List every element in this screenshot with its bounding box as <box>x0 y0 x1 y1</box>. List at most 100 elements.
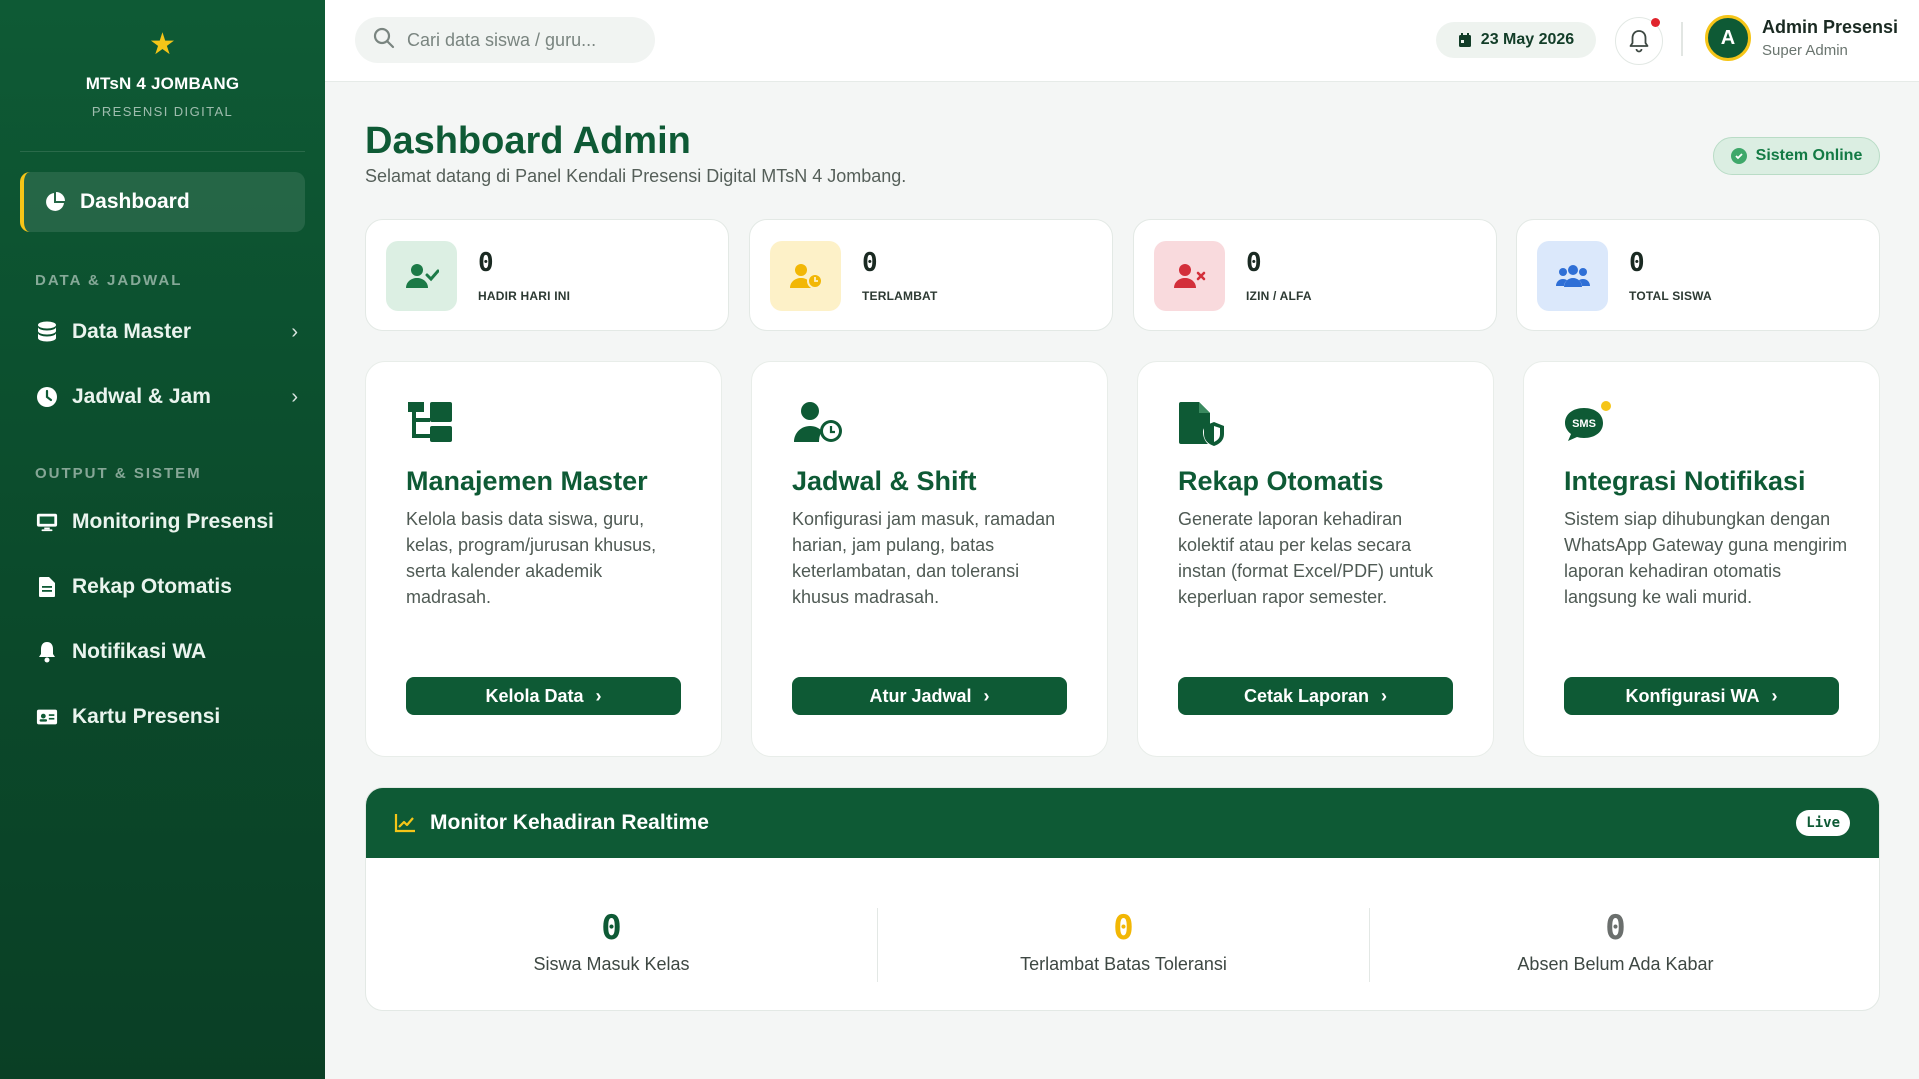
feature-description: Generate laporan kehadiran kolektif atau… <box>1178 509 1434 607</box>
sidebar-item-label: Monitoring Presensi <box>72 510 274 533</box>
avatar[interactable]: A <box>1705 15 1751 61</box>
sidebar-item-dashboard[interactable]: Dashboard <box>20 172 305 232</box>
sitemap-icon <box>406 400 458 452</box>
user-check-icon <box>386 241 457 311</box>
metric-absen: 0 Absen Belum Ada Kabar <box>1370 858 1861 1010</box>
brand: ★ MTsN 4 JOMBANG PRESENSI DIGITAL <box>20 0 305 152</box>
brand-subtitle: PRESENSI DIGITAL <box>91 104 234 119</box>
star-icon: ★ <box>149 28 176 61</box>
section-title-output-sistem: OUTPUT & SISTEM <box>35 465 202 482</box>
pie-chart-icon <box>44 191 66 213</box>
monitor-icon <box>36 511 58 533</box>
stat-label: TERLAMBAT <box>862 289 938 303</box>
metric-label: Terlambat Batas Toleransi <box>1020 954 1227 974</box>
chevron-right-icon: › <box>595 685 602 706</box>
stat-value: 0 <box>478 248 494 278</box>
user-clock-icon <box>770 241 841 311</box>
feature-title: Manajemen Master <box>406 466 648 496</box>
button-label: Cetak Laporan <box>1243 685 1370 706</box>
line-chart-icon <box>394 813 416 833</box>
sidebar-item-rekap-otomatis[interactable]: Rekap Otomatis <box>36 567 298 607</box>
users-icon <box>1537 241 1608 311</box>
atur-jadwal-button[interactable]: Atur Jadwal › <box>792 677 1067 715</box>
kelola-data-button[interactable]: Kelola Data › <box>406 677 681 715</box>
realtime-monitor-panel: Monitor Kehadiran Realtime Live 0 Siswa … <box>365 787 1880 1011</box>
button-label: Atur Jadwal <box>869 685 972 706</box>
chevron-right-icon: › <box>983 685 990 706</box>
stat-card-total-siswa: 0 TOTAL SISWA <box>1516 219 1880 331</box>
feature-description: Sistem siap dihubungkan dengan WhatsApp … <box>1564 509 1848 607</box>
divider <box>1681 22 1683 56</box>
user-name[interactable]: Admin Presensi <box>1762 17 1898 38</box>
notification-dot <box>1651 18 1660 27</box>
feature-description: Kelola basis data siswa, guru, kelas, pr… <box>406 509 657 607</box>
sidebar-item-label: Kartu Presensi <box>72 705 221 728</box>
status-badge: Sistem Online <box>1713 137 1880 175</box>
user-clock-icon <box>792 400 844 452</box>
chevron-right-icon: › <box>291 320 298 343</box>
metric-label: Absen Belum Ada Kabar <box>1517 954 1714 974</box>
feature-card-integrasi-notifikasi: SMS Integrasi Notifikasi Sistem siap dih… <box>1523 361 1880 757</box>
stat-card-izin-alfa: 0 IZIN / ALFA <box>1133 219 1497 331</box>
feature-title: Rekap Otomatis <box>1178 466 1384 496</box>
sidebar: ★ MTsN 4 JOMBANG PRESENSI DIGITAL Dashbo… <box>0 0 325 1079</box>
button-label: Kelola Data <box>485 685 584 706</box>
search-icon <box>373 27 395 54</box>
metric-terlambat: 0 Terlambat Batas Toleransi <box>878 858 1369 1010</box>
calendar-icon <box>1458 32 1472 48</box>
svg-text:SMS: SMS <box>1572 418 1596 430</box>
sidebar-item-label: Rekap Otomatis <box>72 575 232 598</box>
notification-button[interactable] <box>1615 17 1663 65</box>
feature-card-rekap-otomatis: Rekap Otomatis Generate laporan kehadira… <box>1137 361 1494 757</box>
konfigurasi-wa-button[interactable]: Konfigurasi WA › <box>1564 677 1839 715</box>
search-box[interactable] <box>355 17 655 63</box>
sidebar-item-data-master[interactable]: Data Master › <box>36 312 298 352</box>
monitor-header: Monitor Kehadiran Realtime Live <box>366 788 1879 858</box>
sidebar-item-jadwal-jam[interactable]: Jadwal & Jam › <box>36 377 298 417</box>
topbar: 23 May 2026 A Admin Presensi Super Admin <box>325 0 1919 82</box>
brand-name: MTsN 4 JOMBANG <box>85 74 240 93</box>
search-input[interactable] <box>407 29 647 51</box>
section-title-data-jadwal: DATA & JADWAL <box>35 272 183 289</box>
stat-value: 0 <box>1246 248 1262 278</box>
page-title: Dashboard Admin <box>365 120 691 162</box>
stat-value: 0 <box>862 248 878 278</box>
sidebar-item-label: Notifikasi WA <box>72 640 207 663</box>
feature-title: Jadwal & Shift <box>792 466 977 496</box>
cetak-laporan-button[interactable]: Cetak Laporan › <box>1178 677 1453 715</box>
date-text: 23 May 2026 <box>1480 31 1575 48</box>
sidebar-item-notifikasi-wa[interactable]: Notifikasi WA <box>36 632 298 672</box>
status-text: Sistem Online <box>1755 147 1863 164</box>
file-icon <box>36 576 58 598</box>
chevron-right-icon: › <box>291 385 298 408</box>
check-circle-icon <box>1730 148 1747 164</box>
stat-card-terlambat: 0 TERLAMBAT <box>749 219 1113 331</box>
chevron-right-icon: › <box>1381 685 1388 706</box>
id-card-icon <box>36 706 58 728</box>
metric-label: Siswa Masuk Kelas <box>533 954 690 974</box>
feature-card-jadwal-shift: Jadwal & Shift Konfigurasi jam masuk, ra… <box>751 361 1108 757</box>
bell-icon <box>36 641 58 663</box>
live-badge: Live <box>1796 810 1850 836</box>
feature-title: Integrasi Notifikasi <box>1564 466 1806 496</box>
sidebar-item-label: Dashboard <box>80 190 190 213</box>
stat-label: TOTAL SISWA <box>1629 289 1712 303</box>
sidebar-item-label: Data Master <box>72 320 192 343</box>
stat-label: IZIN / ALFA <box>1246 289 1312 303</box>
chevron-right-icon: › <box>1771 685 1778 706</box>
stat-label: HADIR HARI INI <box>478 289 571 303</box>
metric-value: 0 <box>1605 908 1626 948</box>
stat-value: 0 <box>1629 248 1645 278</box>
sidebar-item-kartu-presensi[interactable]: Kartu Presensi <box>36 697 298 737</box>
metric-value: 0 <box>1113 908 1134 948</box>
feature-card-manajemen-master: Manajemen Master Kelola basis data siswa… <box>365 361 722 757</box>
sidebar-item-label: Jadwal & Jam <box>72 385 211 408</box>
page-subtitle: Selamat datang di Panel Kendali Presensi… <box>365 166 907 186</box>
sms-icon: SMS <box>1564 400 1616 452</box>
bell-icon <box>1628 29 1650 53</box>
monitor-title: Monitor Kehadiran Realtime <box>430 811 709 834</box>
database-icon <box>36 321 58 343</box>
sidebar-item-monitoring-presensi[interactable]: Monitoring Presensi <box>36 502 298 542</box>
file-shield-icon <box>1178 400 1230 452</box>
clock-icon <box>36 386 58 408</box>
